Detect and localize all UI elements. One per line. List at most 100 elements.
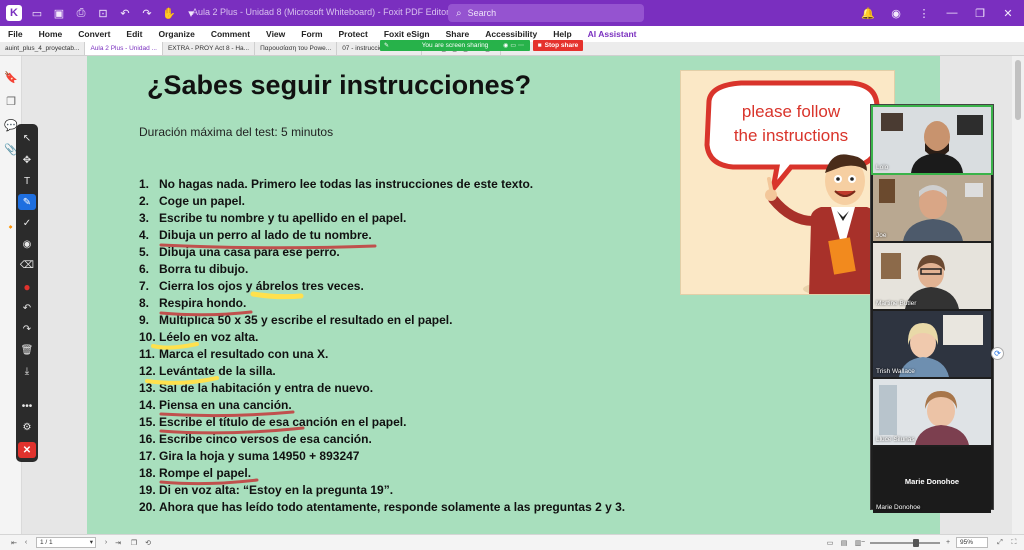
zoom-slider-knob[interactable] xyxy=(913,539,919,547)
fullscreen-icon[interactable]: ⛶ xyxy=(1008,537,1020,548)
undo-tool-icon[interactable]: ↶ xyxy=(18,300,36,316)
zoom-slider-track[interactable] xyxy=(870,542,940,544)
participant-tile-martine[interactable]: Martine Butler xyxy=(873,243,991,309)
menu-item-protect[interactable]: Protect xyxy=(339,29,368,39)
document-tab[interactable]: EXTRA - PROY Act 8 - Ha... xyxy=(163,42,256,55)
stop-share-button[interactable]: ■ Stop share xyxy=(533,40,583,51)
document-tab[interactable]: Aula 2 Plus - Unidad ... xyxy=(85,42,163,55)
menu-item-home[interactable]: Home xyxy=(39,29,63,39)
more-options-icon[interactable]: ⋮ xyxy=(914,2,934,24)
participant-tile-joe[interactable]: Joe xyxy=(873,175,991,241)
document-tab[interactable]: Παρουσίαση του Powe... xyxy=(255,42,338,55)
delete-icon[interactable]: 🗑 xyxy=(18,342,36,358)
two-page-view-icon[interactable]: ❐ xyxy=(128,537,140,548)
eraser-icon[interactable]: ⌫ xyxy=(18,257,36,273)
fit-page-icon[interactable]: ⤢ xyxy=(994,537,1006,548)
stamp-icon[interactable]: ◉ xyxy=(18,236,36,252)
participant-name: Marie Donohoe xyxy=(876,504,921,511)
first-page-icon[interactable]: ⇤ xyxy=(8,537,20,548)
zoom-level-selector[interactable]: 95% xyxy=(956,537,988,548)
menu-item-file[interactable]: File xyxy=(8,29,23,39)
instruction-number: 7. xyxy=(139,279,150,293)
search-input[interactable]: ⌕ Search xyxy=(448,4,644,22)
instruction-number: 10. xyxy=(139,330,156,344)
rotate-view-icon[interactable]: ⟲ xyxy=(142,537,154,548)
menu-item-organize[interactable]: Organize xyxy=(158,29,194,39)
minimize-icon[interactable]: — xyxy=(942,2,962,24)
select-arrow-icon[interactable]: ↖ xyxy=(18,130,36,146)
instruction-text: Borra tu dibujo. xyxy=(159,262,249,276)
menu-item-comment[interactable]: Comment xyxy=(211,29,250,39)
text-tool-icon[interactable]: T xyxy=(18,173,36,189)
previous-page-icon[interactable]: ‹ xyxy=(20,537,32,548)
menu-item-foxit-esign[interactable]: Foxit eSign xyxy=(384,29,430,39)
scrollbar-thumb[interactable] xyxy=(1015,60,1021,120)
menu-item-form[interactable]: Form xyxy=(301,29,322,39)
zoom-level: 95% xyxy=(960,539,974,546)
scan-icon[interactable]: ⊡ xyxy=(92,2,114,24)
instruction-number: 18. xyxy=(139,466,156,480)
instruction-item: 19. Di en voz alta: “Estoy en la pregunta… xyxy=(139,483,739,500)
menu-item-view[interactable]: View xyxy=(266,29,285,39)
settings-icon[interactable]: ⚙ xyxy=(18,419,36,435)
move-icon[interactable]: ✥ xyxy=(18,152,36,168)
pages-icon[interactable]: ❐ xyxy=(4,94,18,108)
save-icon[interactable]: ▣ xyxy=(48,2,70,24)
participant-tile-marie[interactable]: Marie Donohoe Marie Donohoe xyxy=(873,447,991,513)
last-page-icon[interactable]: ⇥ xyxy=(112,537,124,548)
page-number-selector[interactable]: 1 / 1 ▾ xyxy=(36,537,96,548)
vertical-scrollbar[interactable] xyxy=(1012,56,1024,534)
print-icon[interactable]: ⎙ xyxy=(70,2,92,24)
foxit-logo-icon[interactable]: K xyxy=(6,5,22,21)
screen-share-control-icon[interactable]: ⟳ xyxy=(991,347,1004,360)
instruction-number: 2. xyxy=(139,194,150,208)
download-icon[interactable]: ⤓ xyxy=(18,363,36,379)
next-page-icon[interactable]: › xyxy=(100,537,112,548)
instruction-text: Di en voz alta: “Estoy en la pregunta 19… xyxy=(159,483,394,497)
zoom-in-icon[interactable]: + xyxy=(942,537,954,548)
instruction-number: 15. xyxy=(139,415,156,429)
screen-sharing-banner[interactable]: ✎ You are screen sharing ◉▭⋯ xyxy=(380,40,530,51)
participant-tile-lluce[interactable]: Lluce Silunas xyxy=(873,379,991,445)
menu-item-share[interactable]: Share xyxy=(446,29,470,39)
participant-tile-trish[interactable]: Trish Wallace xyxy=(873,311,991,377)
instruction-number: 5. xyxy=(139,245,150,259)
account-icon[interactable]: ◉ xyxy=(886,2,906,24)
notification-bell-icon[interactable]: 🔔 xyxy=(858,2,878,24)
menu-item-convert[interactable]: Convert xyxy=(78,29,110,39)
menu-item-help[interactable]: Help xyxy=(553,29,571,39)
menu-item-ai-assistant[interactable]: AI Assistant xyxy=(588,29,637,39)
instruction-text: Escribe tu nombre y tu apellido en el pa… xyxy=(159,211,407,225)
instruction-text: Respira hondo. xyxy=(159,296,247,310)
color-picker-icon[interactable]: ● xyxy=(18,279,36,295)
share-controls-icon[interactable]: ◉▭⋯ xyxy=(503,42,526,49)
restore-icon[interactable]: ❐ xyxy=(970,2,990,24)
document-tab[interactable]: auint_plus_4_proyectab... xyxy=(0,42,86,55)
page-title: ¿Sabes seguir instrucciones? xyxy=(147,70,532,100)
more-tools-icon[interactable]: ••• xyxy=(18,398,36,414)
close-palette-icon[interactable]: ✕ xyxy=(18,442,36,458)
menu-item-accessibility[interactable]: Accessibility xyxy=(485,29,537,39)
bookmark-icon[interactable]: 🔖 xyxy=(4,70,18,84)
redo-tool-icon[interactable]: ↷ xyxy=(18,321,36,337)
share-status-icon: ✎ xyxy=(384,43,390,49)
bubble-text-line-1: please follow xyxy=(742,102,841,121)
zoom-out-icon[interactable]: − xyxy=(858,537,868,548)
continuous-view-icon[interactable]: ▤ xyxy=(838,537,850,548)
participant-name: Joe xyxy=(876,232,887,239)
participant-tile-lolo[interactable]: Lolo xyxy=(871,105,993,175)
participant-camera-off-name: Marie Donohoe xyxy=(904,477,960,486)
instruction-text: Coge un papel. xyxy=(159,194,246,208)
undo-icon[interactable]: ↶ xyxy=(114,2,136,24)
checkmark-icon[interactable]: ✓ xyxy=(18,215,36,231)
open-file-icon[interactable]: ▭ xyxy=(26,2,48,24)
instruction-item: 1. No hagas nada. Primero lee todas las i… xyxy=(139,177,739,194)
instruction-number: 20. xyxy=(139,500,156,514)
pen-tool-icon[interactable]: ✎ xyxy=(18,194,36,210)
instruction-number: 14. xyxy=(139,398,156,412)
hand-tool-icon[interactable]: ✋ xyxy=(158,2,180,24)
close-icon[interactable]: ✕ xyxy=(998,2,1018,24)
single-page-view-icon[interactable]: ▭ xyxy=(824,537,836,548)
menu-item-edit[interactable]: Edit xyxy=(126,29,142,39)
redo-icon[interactable]: ↷ xyxy=(136,2,158,24)
